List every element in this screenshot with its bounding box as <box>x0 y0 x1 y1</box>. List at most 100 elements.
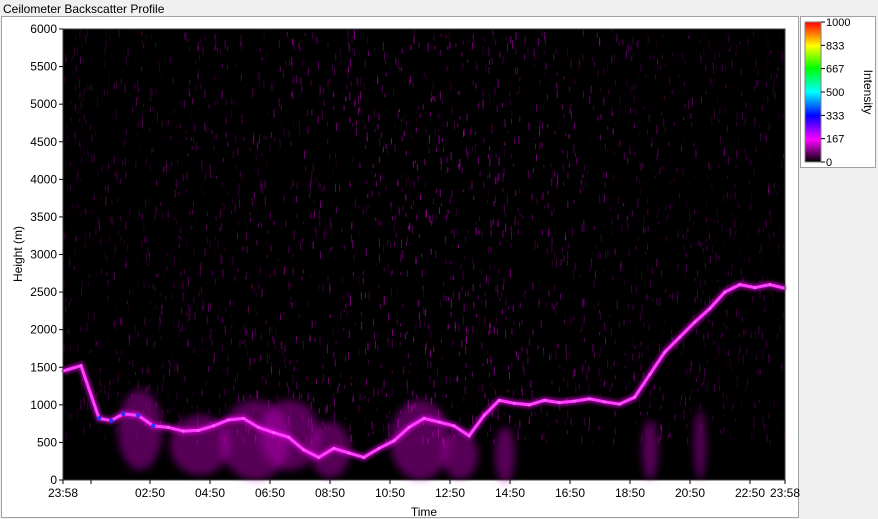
noise-speck <box>276 393 278 400</box>
noise-speck <box>362 209 364 216</box>
noise-speck <box>603 97 605 106</box>
noise-speck <box>778 226 780 231</box>
noise-speck <box>582 364 584 373</box>
noise-speck <box>418 299 420 307</box>
noise-speck <box>598 194 600 204</box>
noise-speck <box>403 131 405 137</box>
noise-speck <box>180 307 182 314</box>
noise-speck <box>753 168 755 178</box>
noise-speck <box>446 66 448 72</box>
noise-speck <box>505 212 507 217</box>
noise-speck <box>513 390 515 396</box>
data-point <box>738 283 742 287</box>
noise-speck <box>671 89 673 94</box>
noise-speck <box>335 153 337 159</box>
noise-speck <box>83 397 85 404</box>
noise-speck <box>633 83 635 91</box>
noise-speck <box>310 401 312 410</box>
noise-speck <box>547 124 549 128</box>
noise-speck <box>588 366 590 372</box>
noise-speck <box>669 203 671 210</box>
noise-speck <box>304 150 306 159</box>
noise-speck <box>532 282 534 291</box>
noise-speck <box>116 349 118 355</box>
noise-speck <box>239 199 241 208</box>
noise-speck <box>650 279 652 288</box>
noise-speck <box>623 152 625 160</box>
noise-speck <box>541 142 543 148</box>
noise-speck <box>593 303 595 310</box>
noise-speck <box>442 393 444 398</box>
noise-speck <box>425 393 427 400</box>
noise-speck <box>70 297 72 302</box>
noise-speck <box>714 77 716 82</box>
noise-speck <box>151 147 153 154</box>
noise-speck <box>680 414 682 418</box>
noise-speck <box>65 298 67 304</box>
noise-speck <box>562 247 564 253</box>
noise-speck <box>70 100 72 104</box>
noise-speck <box>771 216 773 226</box>
noise-speck <box>211 270 213 276</box>
noise-speck <box>598 250 600 259</box>
noise-speck <box>482 45 484 55</box>
noise-speck <box>726 192 728 199</box>
noise-speck <box>653 54 655 60</box>
noise-speck <box>642 371 644 379</box>
noise-speck <box>186 398 188 403</box>
noise-speck <box>731 61 733 68</box>
noise-speck <box>689 367 691 375</box>
noise-speck <box>252 88 254 98</box>
noise-speck <box>298 392 300 401</box>
noise-speck <box>255 293 257 297</box>
noise-speck <box>400 272 402 276</box>
noise-speck <box>395 57 397 65</box>
noise-speck <box>603 194 605 203</box>
noise-speck <box>686 201 688 210</box>
noise-speck <box>611 382 613 389</box>
noise-speck <box>588 427 590 432</box>
noise-speck <box>583 297 585 306</box>
noise-speck <box>617 214 619 220</box>
noise-speck <box>147 246 149 253</box>
noise-speck <box>625 50 627 59</box>
noise-speck <box>627 157 629 164</box>
noise-speck <box>499 241 501 246</box>
noise-speck <box>208 407 210 415</box>
noise-speck <box>132 107 134 114</box>
noise-speck <box>471 146 473 152</box>
noise-speck <box>319 336 321 346</box>
data-point <box>467 434 471 438</box>
noise-speck <box>398 108 400 113</box>
data-point <box>96 416 102 421</box>
noise-speck <box>358 108 360 115</box>
noise-speck <box>269 273 271 278</box>
noise-speck <box>442 122 444 127</box>
noise-speck <box>534 411 536 416</box>
noise-speck <box>367 194 369 199</box>
noise-speck <box>686 369 688 375</box>
noise-speck <box>434 96 436 103</box>
noise-speck <box>69 257 71 267</box>
noise-speck <box>712 321 714 327</box>
noise-speck <box>471 180 473 190</box>
noise-speck <box>462 63 464 70</box>
noise-speck <box>576 157 578 165</box>
noise-speck <box>544 205 546 209</box>
noise-speck <box>356 77 358 86</box>
noise-speck <box>676 296 678 306</box>
noise-speck <box>298 119 300 129</box>
noise-speck <box>640 64 642 73</box>
noise-speck <box>152 283 154 290</box>
noise-speck <box>290 38 292 44</box>
noise-speck <box>134 84 136 90</box>
noise-speck <box>108 162 110 170</box>
noise-speck <box>521 346 523 352</box>
noise-speck <box>697 388 699 394</box>
noise-speck <box>488 372 490 378</box>
noise-speck <box>493 438 495 444</box>
noise-speck <box>465 236 467 242</box>
noise-speck <box>776 333 778 339</box>
noise-speck <box>726 309 728 318</box>
noise-speck <box>584 182 586 187</box>
